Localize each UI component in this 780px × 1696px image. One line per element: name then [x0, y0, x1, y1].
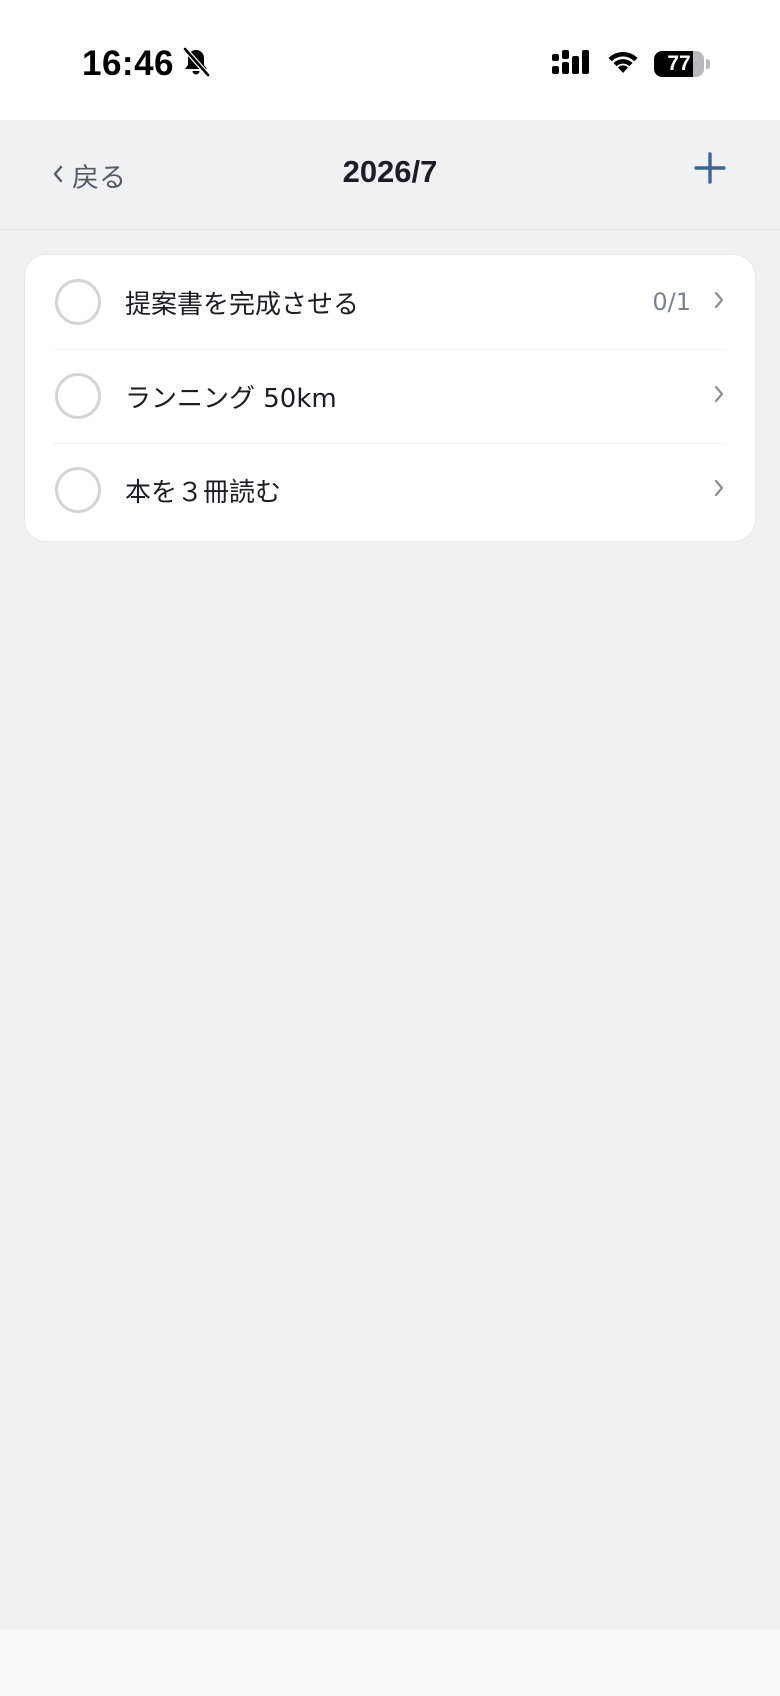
list-item[interactable]: 本を３冊読む	[25, 443, 755, 537]
list-item[interactable]: ランニング 50km	[25, 349, 755, 443]
status-time: 16:46	[82, 44, 175, 83]
battery-level: 77	[667, 52, 691, 75]
item-label: ランニング 50km	[125, 383, 337, 414]
checkbox-circle[interactable]	[55, 467, 101, 513]
checkbox-circle[interactable]	[55, 279, 101, 325]
battery-cap	[706, 59, 710, 69]
bottom-bar	[0, 1630, 780, 1696]
item-progress-count: 0/1	[652, 288, 691, 316]
plus-icon	[692, 152, 728, 190]
add-button[interactable]	[692, 150, 728, 186]
chevron-right-icon	[713, 478, 725, 502]
cellular-signal-icon	[552, 48, 592, 80]
checkbox-circle[interactable]	[55, 373, 101, 419]
status-time-group: 16:46	[82, 44, 211, 84]
chevron-right-icon	[713, 384, 725, 408]
status-indicators: 77	[552, 48, 710, 80]
navigation-bar: 戻る 2026/7	[0, 120, 780, 230]
status-bar: 16:46 77	[0, 0, 780, 120]
battery-icon: 77	[654, 51, 704, 77]
chevron-right-icon	[713, 290, 725, 314]
list-item[interactable]: 提案書を完成させる 0/1	[25, 255, 755, 349]
item-label: 本を３冊読む	[125, 477, 282, 508]
page-title: 2026/7	[342, 154, 438, 189]
goal-list: 提案書を完成させる 0/1 ランニング 50km 本を３冊読む	[24, 254, 756, 542]
bell-slash-icon	[182, 46, 211, 81]
item-label: 提案書を完成させる	[125, 289, 360, 320]
wifi-icon	[606, 49, 640, 79]
